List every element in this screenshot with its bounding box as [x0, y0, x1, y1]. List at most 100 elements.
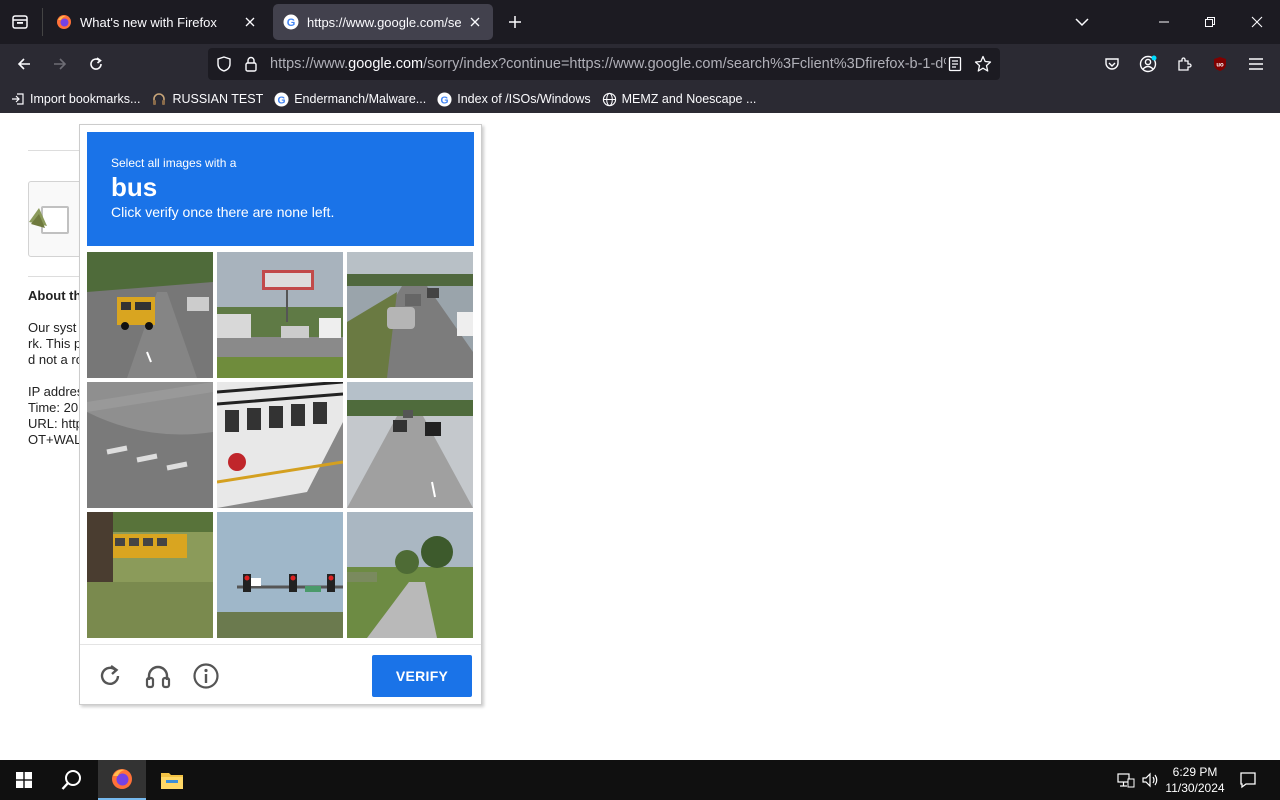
reload-icon[interactable] — [84, 52, 108, 76]
body-line: Our syst — [28, 320, 77, 335]
url-domain: google.com — [348, 56, 424, 72]
captcha-challenge: Select all images with a bus Click verif… — [79, 124, 482, 705]
url-rest: /sorry/index?continue=https://www.google… — [423, 56, 946, 72]
tab-separator — [42, 8, 43, 36]
tab-title: https://www.google.com/search — [307, 14, 461, 30]
folder-icon — [161, 773, 183, 789]
verify-button[interactable]: VERIFY — [372, 655, 472, 697]
reload-challenge-icon[interactable] — [95, 661, 125, 691]
pocket-icon[interactable] — [1100, 52, 1124, 76]
new-tab-icon[interactable] — [503, 10, 527, 34]
clock-time: 6:29 PM — [1172, 765, 1218, 779]
windows-logo-icon — [16, 772, 32, 788]
close-window-icon[interactable] — [1245, 10, 1269, 34]
tracking-protection-icon[interactable] — [216, 56, 232, 77]
svg-text:uo: uo — [1216, 63, 1224, 69]
about-heading: About th — [28, 288, 82, 303]
help-info-icon[interactable] — [191, 661, 221, 691]
bookmark-index-isos[interactable]: G Index of /ISOs/Windows — [437, 91, 591, 107]
restore-icon[interactable] — [1198, 10, 1222, 34]
bookmark-russian-test[interactable]: RUSSIAN TEST — [151, 91, 263, 107]
captcha-tile-6[interactable] — [347, 382, 473, 508]
account-icon[interactable] — [1136, 52, 1160, 76]
hamburger-menu-icon[interactable] — [1244, 52, 1268, 76]
google-favicon: G — [437, 91, 452, 107]
captcha-subtext: Click verify once there are none left. — [111, 204, 335, 220]
extensions-icon[interactable] — [1172, 52, 1196, 76]
list-all-tabs-icon[interactable] — [1070, 10, 1094, 34]
minimize-icon[interactable] — [1152, 10, 1176, 34]
globe-icon — [602, 92, 616, 106]
notifications-button[interactable] — [1232, 760, 1264, 800]
svg-text:G: G — [441, 95, 449, 106]
bookmark-label: Endermanch/Malware... — [294, 92, 427, 106]
info-line: IP addres — [28, 384, 84, 399]
captcha-tile-3[interactable] — [347, 252, 473, 378]
google-favicon: G — [274, 91, 289, 107]
bookmarks-toolbar: Import bookmarks... RUSSIAN TEST G Ender… — [0, 85, 1280, 113]
captcha-tile-7[interactable] — [87, 512, 213, 638]
audio-challenge-icon[interactable] — [143, 661, 173, 691]
network-icon[interactable] — [1112, 760, 1140, 800]
captcha-instruction: Select all images with a — [111, 156, 237, 170]
taskbar-file-explorer[interactable] — [148, 760, 196, 800]
captcha-tile-5[interactable] — [217, 382, 343, 508]
import-icon — [12, 93, 24, 105]
bookmark-star-icon[interactable] — [974, 55, 992, 78]
start-button[interactable] — [0, 760, 48, 800]
bookmark-endermanch[interactable]: G Endermanch/Malware... — [274, 91, 427, 107]
bookmark-label: RUSSIAN TEST — [172, 92, 264, 106]
info-line: URL: http — [28, 416, 83, 431]
captcha-tile-9[interactable] — [347, 512, 473, 638]
search-button[interactable] — [48, 760, 96, 800]
firefox-icon — [112, 769, 132, 789]
tab-bar: What's new with Firefox G https://www.go… — [0, 0, 1280, 44]
clock-date: 11/30/2024 — [1165, 781, 1225, 795]
body-line: rk. This p — [28, 336, 82, 351]
tab-google-search[interactable]: G https://www.google.com/search — [273, 4, 493, 40]
system-clock[interactable]: 6:29 PM 11/30/2024 — [1160, 764, 1230, 796]
taskbar-firefox[interactable] — [98, 760, 146, 800]
reader-view-icon[interactable] — [948, 56, 962, 77]
bookmark-label: MEMZ and Noescape ... — [621, 92, 757, 106]
headset-favicon — [153, 93, 166, 105]
svg-text:G: G — [287, 17, 296, 29]
close-tab-icon[interactable] — [467, 14, 483, 30]
captcha-tile-8[interactable] — [217, 512, 343, 638]
page-content: About th Our syst rk. This p d not a ro … — [0, 113, 1280, 760]
notification-icon — [1240, 772, 1256, 789]
captcha-target: bus — [111, 172, 158, 202]
navigation-toolbar: https://www.google.com/sorry/index?conti… — [0, 44, 1280, 85]
bookmark-memz[interactable]: MEMZ and Noescape ... — [602, 92, 757, 107]
close-tab-icon[interactable] — [242, 14, 258, 30]
bookmark-label: Import bookmarks... — [30, 92, 141, 106]
recaptcha-spinner-icon — [29, 208, 47, 228]
captcha-header: Select all images with a bus Click verif… — [87, 132, 474, 246]
ublock-origin-icon[interactable]: uo — [1208, 52, 1232, 76]
forward-icon[interactable] — [48, 52, 72, 76]
body-line: d not a ro — [28, 352, 83, 367]
info-line: Time: 20 — [28, 400, 79, 415]
firefox-favicon — [56, 14, 72, 30]
info-line: OT+WAL — [28, 432, 82, 447]
captcha-tile-1[interactable] — [87, 252, 213, 378]
url-prefix: https://www. — [270, 56, 349, 72]
lock-icon[interactable] — [244, 56, 258, 77]
bookmark-label: Index of /ISOs/Windows — [457, 92, 591, 106]
windows-taskbar: 6:29 PM 11/30/2024 — [0, 760, 1280, 800]
google-favicon: G — [283, 14, 299, 30]
tab-whats-new[interactable]: What's new with Firefox — [46, 4, 268, 40]
search-icon — [61, 770, 81, 790]
svg-text:G: G — [278, 95, 286, 106]
captcha-tile-4[interactable] — [87, 382, 213, 508]
firefox-view-icon[interactable] — [8, 10, 32, 34]
url-text: https://www.google.com/sorry/index?conti… — [270, 56, 946, 72]
captcha-grid — [87, 252, 474, 639]
tab-title: What's new with Firefox — [80, 14, 217, 30]
captcha-footer: VERIFY — [80, 644, 481, 704]
volume-icon[interactable] — [1138, 760, 1162, 800]
captcha-tile-2[interactable] — [217, 252, 343, 378]
bookmark-import[interactable]: Import bookmarks... — [11, 92, 140, 106]
address-bar[interactable]: https://www.google.com/sorry/index?conti… — [208, 48, 1000, 80]
back-icon[interactable] — [12, 52, 36, 76]
